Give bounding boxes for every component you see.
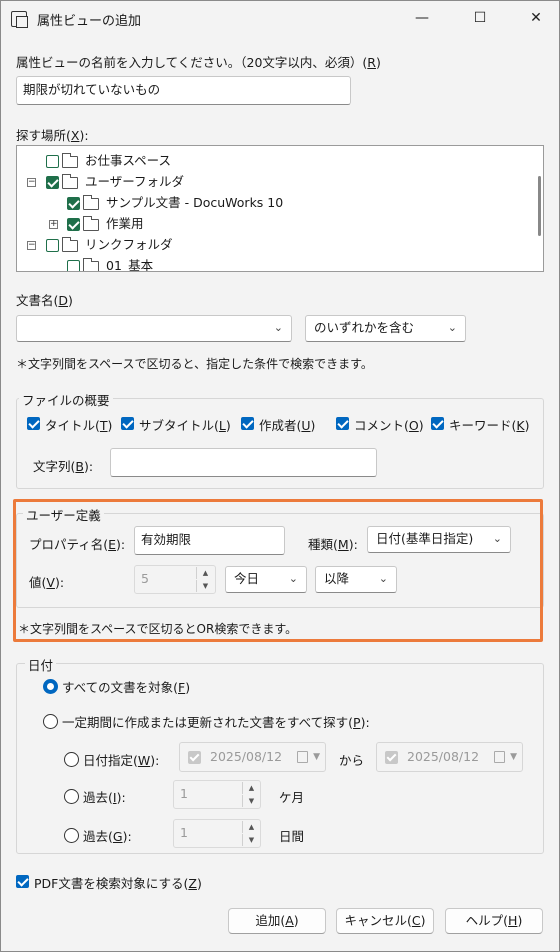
app-icon — [11, 11, 28, 28]
folder-icon — [62, 153, 78, 168]
folder-icon — [62, 174, 78, 189]
tree-item-label: サンプル文書 - DocuWorks 10 — [106, 195, 284, 210]
close-button[interactable]: ✕ — [513, 1, 559, 35]
tree-item-label: お仕事スペース — [85, 153, 172, 168]
date-group-title: 日付 — [25, 655, 57, 674]
checkbox[interactable] — [27, 417, 40, 430]
doc-name-combo[interactable]: ⌄ — [16, 315, 292, 342]
checkbox-label: PDF文書を検索対象にする(Z) — [34, 876, 202, 891]
calendar-icon — [297, 751, 308, 763]
collapse-icon[interactable]: − — [27, 241, 36, 250]
checkbox[interactable] — [431, 417, 444, 430]
cancel-button[interactable]: キャンセル(C) — [336, 908, 434, 934]
collapse-icon[interactable]: − — [27, 178, 36, 187]
chevron-down-icon: ⌄ — [273, 321, 283, 334]
checkbox-label: タイトル(T) — [45, 418, 113, 433]
search-location-tree[interactable]: お仕事スペース − ユーザーフォルダ サンプル文書 - DocuWorks 10… — [16, 145, 544, 272]
help-button[interactable]: ヘルプ(H) — [445, 908, 543, 934]
tree-item-user-folder[interactable]: − ユーザーフォルダ — [17, 172, 537, 192]
checkbox-label: キーワード(K) — [449, 418, 530, 433]
tree-scrollbar[interactable] — [538, 154, 541, 264]
date-to-picker[interactable]: 2025/08/12 ▼ — [376, 742, 523, 772]
spin-up-icon[interactable]: ▲ — [242, 782, 260, 794]
date-from-checkbox[interactable] — [188, 751, 201, 764]
tree-item-label: 01_基本 — [106, 258, 154, 272]
radio-button[interactable] — [43, 714, 58, 729]
date-to-checkbox[interactable] — [385, 751, 398, 764]
tree-item-basic[interactable]: 01_基本 — [17, 256, 537, 272]
tree-checkbox[interactable] — [46, 239, 59, 252]
tree-item-label: 作業用 — [106, 216, 144, 231]
radio-label: 一定期間に作成または更新された文書をすべて探す(P): — [62, 715, 370, 730]
string-label: 文字列(B): — [33, 459, 94, 474]
tree-item-link-folder[interactable]: − リンクフォルダ — [17, 235, 537, 255]
checkbox[interactable] — [121, 417, 134, 430]
checkbox[interactable] — [241, 417, 254, 430]
calendar-icon — [494, 751, 505, 763]
checkbox-label: サブタイトル(L) — [139, 418, 231, 433]
highlight-frame — [13, 499, 543, 642]
checkbox-label: コメント(O) — [354, 418, 424, 433]
minimize-button[interactable]: — — [399, 1, 445, 35]
checkbox[interactable] — [336, 417, 349, 430]
tree-item-oshigoto[interactable]: お仕事スペース — [17, 151, 537, 171]
radio-button[interactable] — [64, 828, 79, 843]
tree-item-sample-docs[interactable]: サンプル文書 - DocuWorks 10 — [17, 193, 537, 213]
tree-checkbox[interactable] — [67, 218, 80, 231]
past-months-value: 1 — [180, 786, 188, 801]
chevron-down-icon: ▼ — [313, 752, 320, 762]
doc-name-label: 文書名(D) — [16, 293, 73, 308]
view-name-input[interactable]: 期限が切れていないもの — [16, 76, 351, 105]
window-title: 属性ビューの追加 — [37, 14, 142, 29]
search-location-label: 探す場所(X): — [16, 128, 89, 143]
tree-checkbox[interactable] — [67, 197, 80, 210]
chevron-down-icon: ⌄ — [447, 321, 457, 334]
doc-name-hint: ＊文字列間をスペースで区切ると、指定した条件で検索できます。 — [16, 357, 373, 371]
folder-icon — [83, 216, 99, 231]
title-bar: 属性ビューの追加 — ☐ ✕ — [1, 1, 559, 35]
spin-up-icon[interactable]: ▲ — [242, 821, 260, 833]
tree-checkbox[interactable] — [46, 155, 59, 168]
radio-button[interactable] — [43, 679, 58, 694]
date-from-value: 2025/08/12 — [210, 749, 283, 764]
chevron-down-icon: ▼ — [510, 752, 517, 762]
radio-button[interactable] — [64, 752, 79, 767]
folder-icon — [83, 258, 99, 271]
checkbox-label: 作成者(U) — [259, 418, 316, 433]
spin-down-icon[interactable]: ▼ — [242, 834, 260, 846]
tree-item-label: ユーザーフォルダ — [85, 174, 185, 189]
dialog-window: 属性ビューの追加 — ☐ ✕ 属性ビューの名前を入力してください。（20文字以内… — [0, 0, 560, 952]
radio-label: 過去(I): — [83, 790, 126, 805]
match-mode-select[interactable]: のいずれかを含む ⌄ — [305, 315, 466, 342]
radio-label: 過去(G): — [83, 829, 132, 844]
maximize-button[interactable]: ☐ — [457, 1, 503, 35]
folder-icon — [62, 237, 78, 252]
scroll-thumb[interactable] — [538, 176, 541, 236]
radio-label: 日付指定(W): — [83, 753, 160, 768]
string-input[interactable] — [110, 448, 377, 477]
match-mode-value: のいずれかを含む — [314, 320, 415, 335]
tree-item-label: リンクフォルダ — [85, 237, 173, 252]
past-days-value: 1 — [180, 825, 188, 840]
name-label: 属性ビューの名前を入力してください。（20文字以内、必須）(R) — [16, 55, 381, 70]
from-label: から — [339, 753, 365, 768]
add-button[interactable]: 追加(A) — [228, 908, 326, 934]
radio-label: すべての文書を対象(F) — [62, 680, 191, 695]
date-from-picker[interactable]: 2025/08/12 ▼ — [179, 742, 326, 772]
tree-checkbox[interactable] — [67, 260, 80, 271]
tree-item-work[interactable]: + 作業用 — [17, 214, 537, 234]
summary-group-title: ファイルの概要 — [19, 390, 113, 409]
expand-icon[interactable]: + — [49, 220, 58, 229]
folder-icon — [83, 195, 99, 210]
days-unit: 日間 — [279, 829, 305, 844]
spin-down-icon[interactable]: ▼ — [242, 795, 260, 807]
radio-button[interactable] — [64, 789, 79, 804]
date-to-value: 2025/08/12 — [407, 749, 480, 764]
tree-checkbox[interactable] — [46, 176, 59, 189]
checkbox[interactable] — [16, 875, 29, 888]
months-unit: ケ月 — [279, 790, 305, 805]
